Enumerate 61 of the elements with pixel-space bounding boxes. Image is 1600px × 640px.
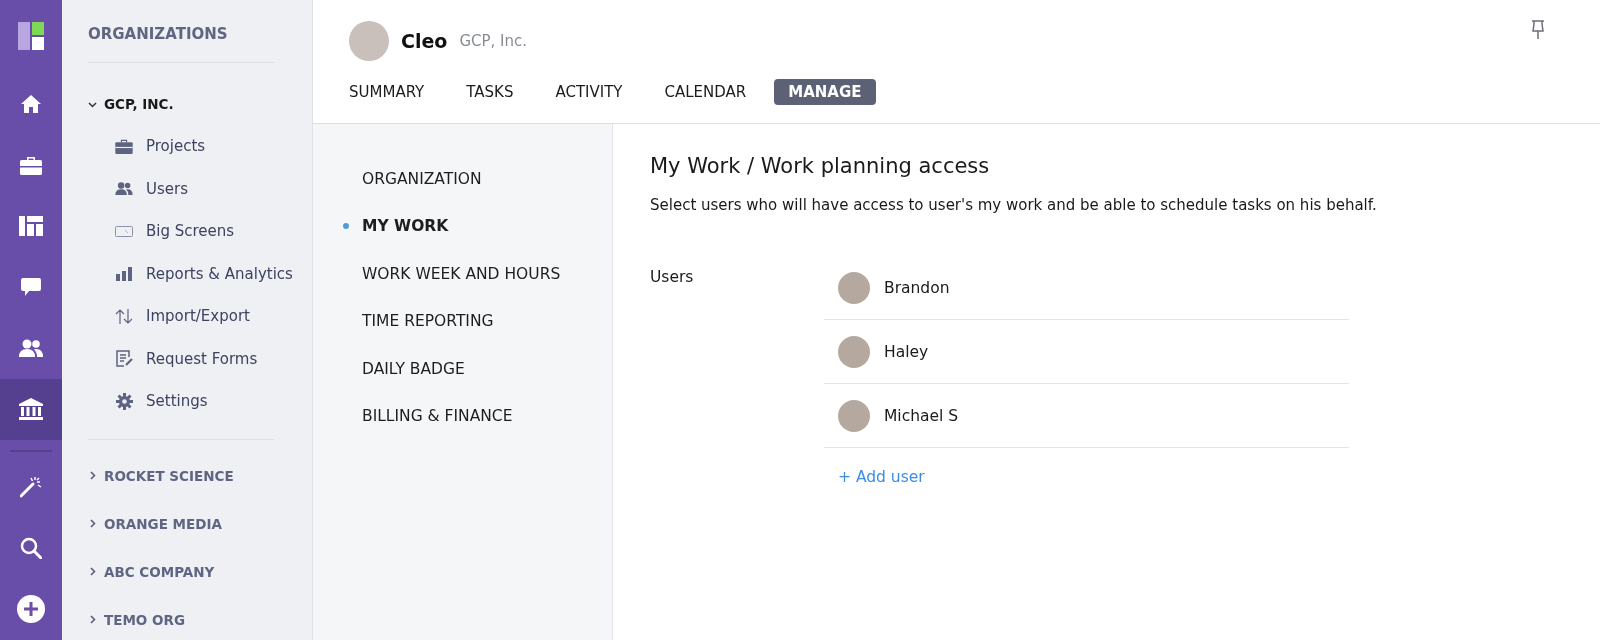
menu-item[interactable]: TIME REPORTING [313,297,612,345]
user-avatar [838,271,870,304]
chat-icon [21,277,41,297]
chevron-down-icon [88,99,97,109]
sidebar-item[interactable]: Projects [88,125,312,168]
users-icon [19,339,43,358]
user-avatar [838,335,870,368]
tab[interactable]: MANAGE [774,79,876,105]
user-name: Haley [884,342,929,361]
chevron-right-icon [88,615,97,624]
briefcase-icon [115,138,133,154]
sidebar-title: ORGANIZATIONS [88,24,229,45]
magic-wand-icon [20,476,42,499]
sidebar-item[interactable]: Request Forms [88,337,312,380]
chevron-right-icon [88,519,97,528]
active-dot-icon [343,223,349,230]
menu-item[interactable]: DAILY BADGE [313,345,612,393]
user-avatar [349,21,389,61]
board-icon [19,216,43,237]
menu-item[interactable]: BILLING & FINANCE [313,392,612,440]
bar-chart-icon [116,266,132,281]
plus-icon [17,595,45,624]
tab[interactable]: ACTIVITY [541,79,637,105]
bank-icon [19,398,43,421]
menu-item[interactable]: MY WORK [313,202,612,250]
search-icon [20,537,42,560]
tab[interactable]: SUMMARY [335,79,439,105]
user-avatar [838,399,870,432]
company-tree-item[interactable]: ORANGE MEDIA [88,499,312,548]
menu-item[interactable]: WORK WEEK AND HOURS [313,250,612,298]
organization-name: GCP, Inc. [459,32,528,50]
user-name: Michael S [884,406,959,425]
menu-item[interactable]: ORGANIZATION [313,155,612,203]
settings-icon [115,392,133,410]
sidebar-item[interactable]: Import/Export [88,295,312,338]
screen-icon [115,225,133,237]
users-label: Users [650,267,695,288]
sidebar-item[interactable]: Reports & Analytics [88,252,312,295]
logo-icon[interactable] [18,22,44,50]
sidebar-item[interactable]: Big Screens [88,210,312,253]
company-tree-item[interactable]: ROCKET SCIENCE [88,451,312,500]
up-down-arrows-icon [115,308,133,324]
chevron-right-icon [88,471,97,480]
tab[interactable]: CALENDAR [650,79,761,105]
user-name: Brandon [884,278,950,297]
form-icon [115,350,133,368]
tab[interactable]: TASKS [452,79,528,105]
home-icon [20,93,42,114]
company-tree-item[interactable]: ABC COMPANY [88,547,312,596]
section-title: My Work / Work planning access [650,154,991,178]
rail-button[interactable] [0,378,62,440]
briefcase-icon [20,155,42,175]
user-name: Cleo [401,30,448,52]
company-tree-item[interactable]: GCP, INC. [88,87,312,121]
users-icon [115,182,133,196]
pin-icon[interactable] [1530,20,1546,40]
sidebar-item[interactable]: Users [88,167,312,210]
company-tree-item[interactable]: TEMO ORG [88,595,312,640]
section-description: Select users who will have access to user's my work and be able to schedule tasks on his behalf. [650,196,1377,214]
chevron-right-icon [88,567,97,576]
sidebar-item[interactable]: Settings [88,380,312,423]
